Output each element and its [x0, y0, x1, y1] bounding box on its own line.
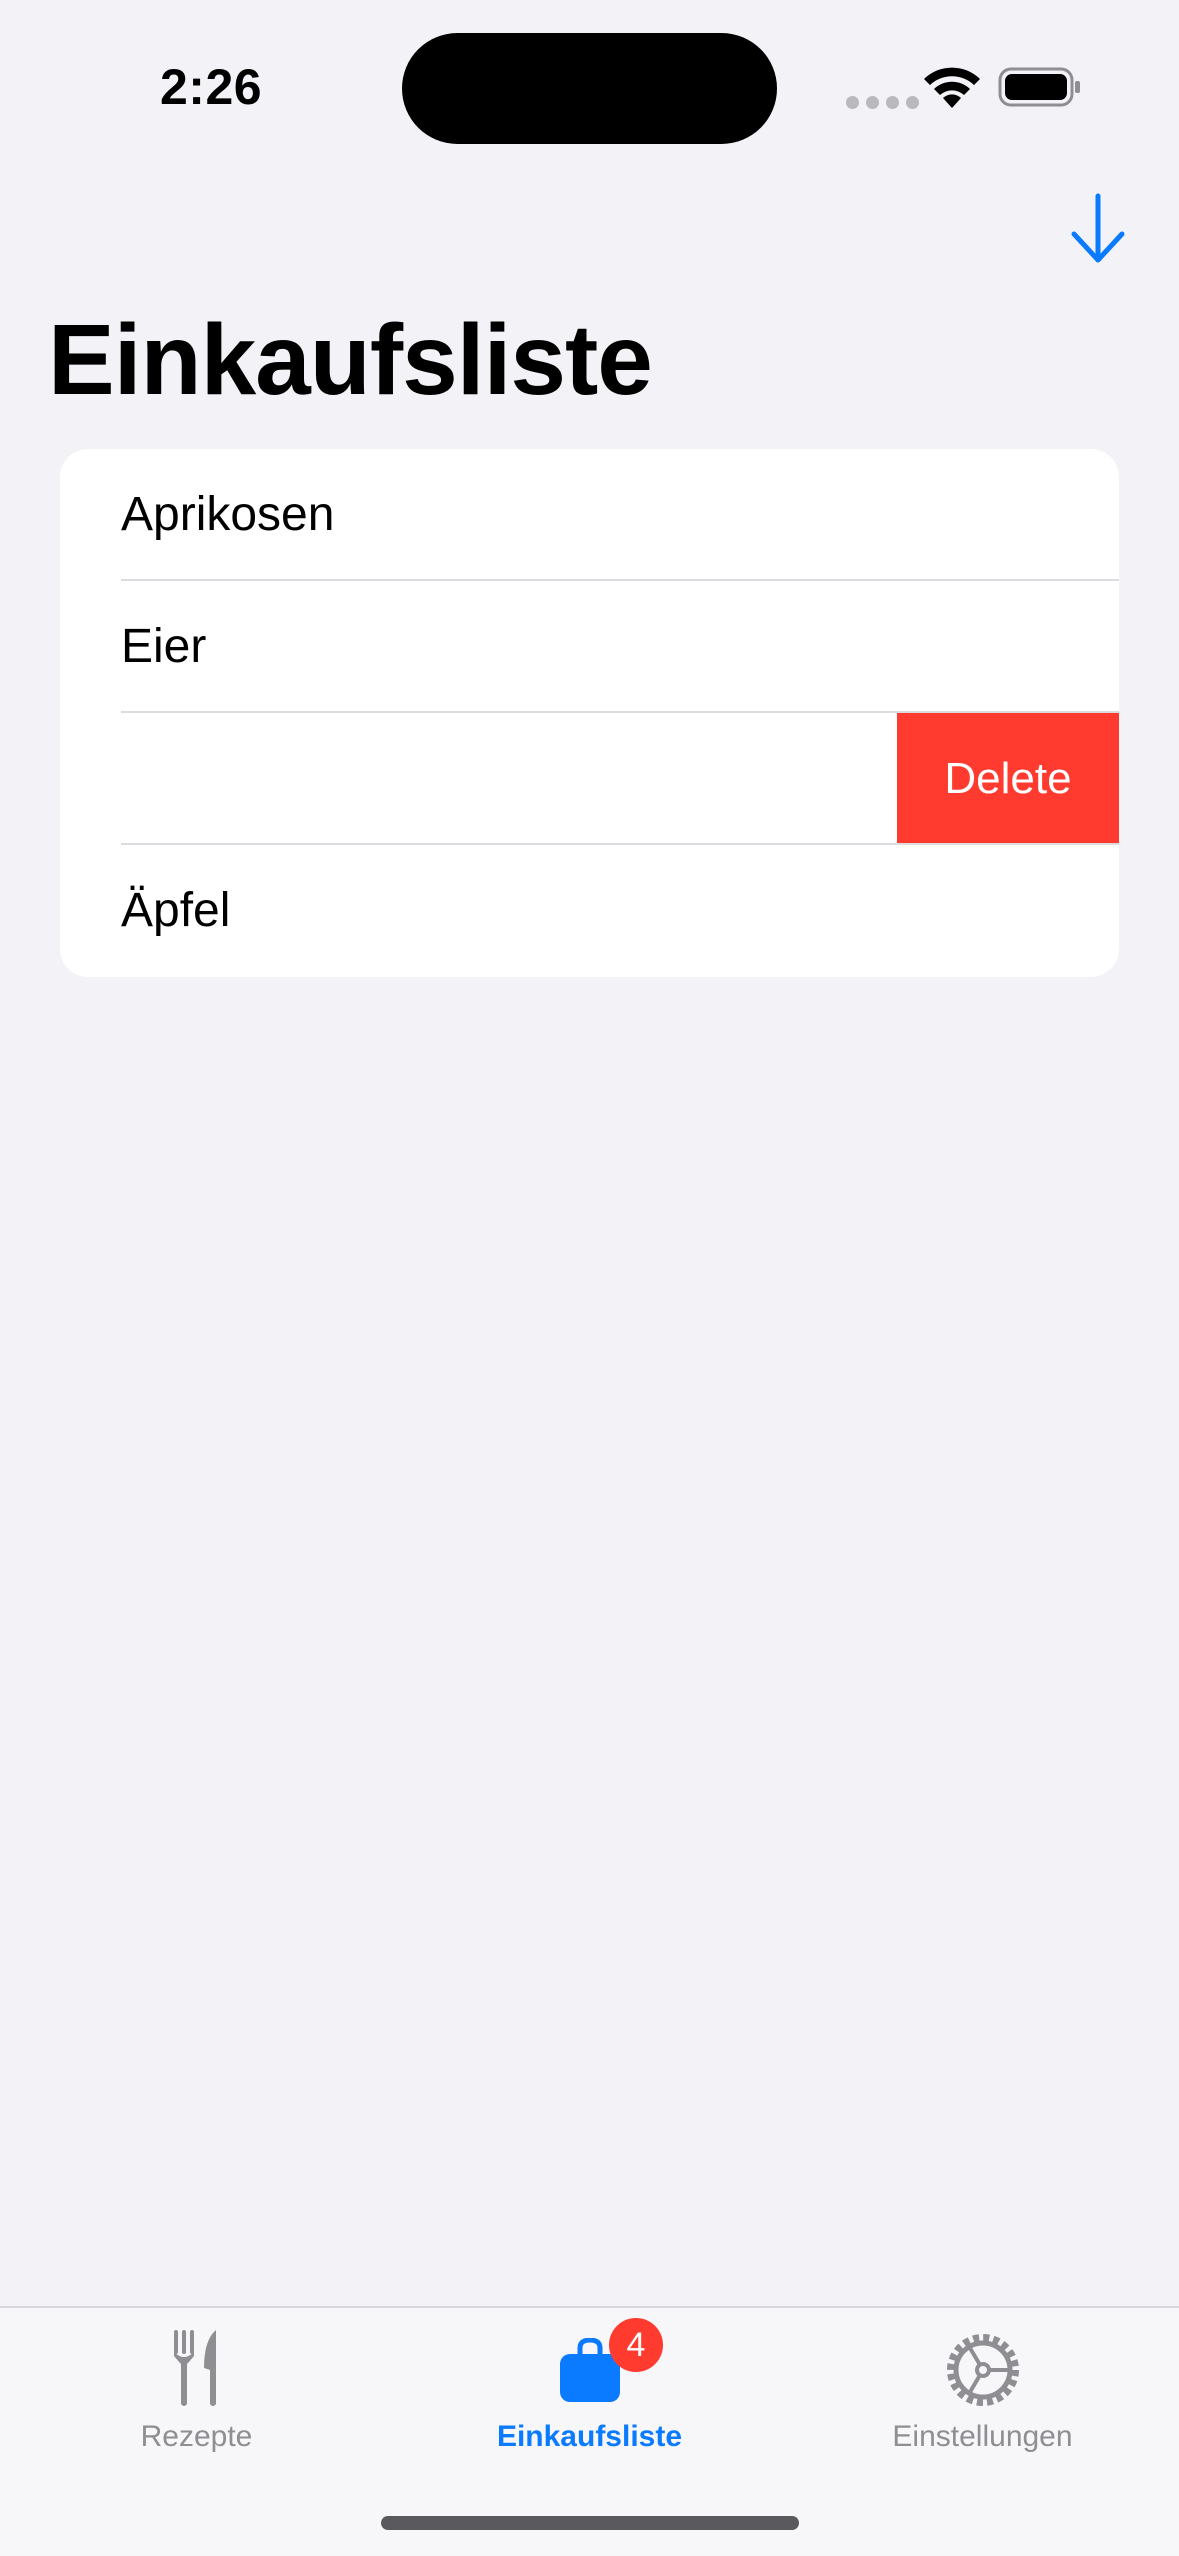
tab-rezepte[interactable]: Rezepte [0, 2308, 393, 2458]
fork-knife-icon [173, 2330, 216, 2406]
list-item[interactable]: Aprikosen [60, 449, 1119, 581]
status-time: 2:26 [160, 59, 263, 115]
list-item-label: Äpfel [121, 884, 231, 937]
download-button[interactable] [1066, 192, 1130, 268]
list-item-label: Aprikosen [121, 488, 335, 541]
delete-button[interactable]: Delete [897, 713, 1119, 845]
home-indicator [381, 2516, 799, 2530]
tab-label: Einkaufsliste [496, 2420, 683, 2453]
shopping-list: Aprikosen Eier Delete Äpfel [60, 449, 1119, 977]
tab-einstellungen[interactable]: Einstellungen [786, 2308, 1179, 2458]
tab-einkaufsliste[interactable]: 4 Einkaufsliste [393, 2308, 786, 2458]
dynamic-island [402, 33, 777, 144]
page-title: Einkaufsliste [48, 304, 653, 416]
battery-icon [998, 67, 1080, 107]
list-item-label: Eier [121, 620, 207, 673]
wifi-icon [924, 67, 980, 108]
arrow-down-icon [1071, 193, 1125, 263]
gear-icon [946, 2334, 1019, 2406]
tab-badge: 4 [609, 2318, 663, 2372]
list-item[interactable]: Äpfel [60, 845, 1119, 977]
tab-label: Rezepte [140, 2420, 253, 2453]
cellular-signal-icon [846, 96, 919, 109]
list-item-swiped[interactable]: Delete [60, 713, 1119, 845]
tab-label: Einstellungen [892, 2420, 1073, 2453]
list-item[interactable]: Eier [60, 581, 1119, 713]
